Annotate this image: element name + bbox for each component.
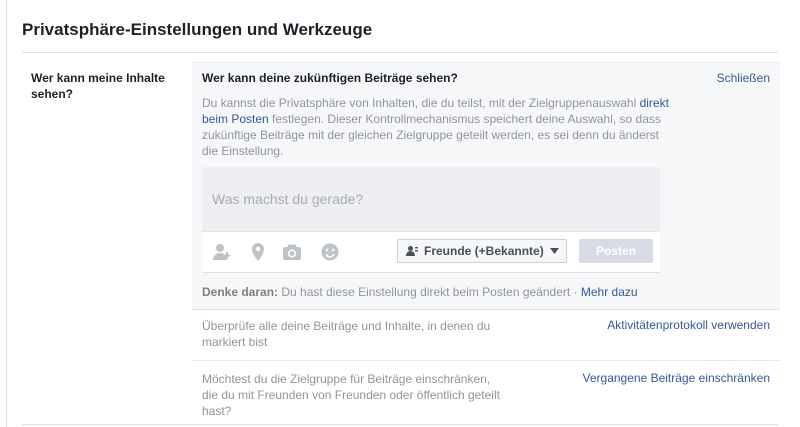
use-activity-log-link[interactable]: Aktivitätenprotokoll verwenden bbox=[607, 318, 770, 332]
reminder-text: Du hast diese Einstellung direkt beim Po… bbox=[278, 285, 581, 299]
future-posts-panel: Wer kann deine zukünftigen Beiträge sehe… bbox=[192, 62, 780, 310]
panel-heading: Wer kann deine zukünftigen Beiträge sehe… bbox=[202, 71, 458, 85]
friends-icon bbox=[406, 246, 418, 256]
status-composer: Freunde (+Bekannte) Posten bbox=[202, 167, 660, 273]
composer-toolbar: Freunde (+Bekannte) Posten bbox=[202, 231, 660, 273]
title-divider bbox=[22, 52, 778, 53]
activity-log-row: Überprüfe alle deine Beiträge und Inhalt… bbox=[192, 308, 780, 361]
limit-past-posts-link[interactable]: Vergangene Beiträge einschränken bbox=[583, 371, 770, 385]
description-text-2: festlegen. Dieser Kontrollmechanismus sp… bbox=[202, 112, 661, 158]
learn-more-link[interactable]: Mehr dazu bbox=[581, 285, 638, 299]
close-link[interactable]: Schließen bbox=[717, 71, 770, 85]
camera-icon[interactable] bbox=[282, 242, 302, 262]
location-icon[interactable] bbox=[248, 242, 268, 262]
setting-row-label: Wer kann meine Inhalte sehen? bbox=[31, 71, 165, 101]
chevron-down-icon bbox=[549, 248, 559, 254]
composer-input[interactable] bbox=[202, 167, 660, 231]
audience-selector-button[interactable]: Freunde (+Bekannte) bbox=[397, 239, 567, 263]
reminder-note: Denke daran: Du hast diese Einstellung d… bbox=[202, 285, 638, 299]
bottom-divider bbox=[22, 424, 778, 425]
post-button[interactable]: Posten bbox=[579, 239, 653, 263]
feeling-icon[interactable] bbox=[320, 242, 340, 262]
page-title: Privatsphäre-Einstellungen und Werkzeuge bbox=[22, 20, 373, 39]
limit-past-posts-description: Möchtest du die Zielgruppe für Beiträge … bbox=[202, 372, 500, 418]
left-border bbox=[6, 0, 7, 427]
panel-description: Du kannst die Privatsphäre von Inhalten,… bbox=[202, 95, 670, 159]
limit-past-posts-row: Möchtest du die Zielgruppe für Beiträge … bbox=[192, 361, 780, 423]
description-text-1: Du kannst die Privatsphäre von Inhalten,… bbox=[202, 96, 640, 110]
tag-friends-icon[interactable] bbox=[212, 242, 232, 262]
reminder-prefix: Denke daran: bbox=[202, 285, 279, 299]
activity-log-description: Überprüfe alle deine Beiträge und Inhalt… bbox=[202, 319, 491, 349]
audience-label: Freunde (+Bekannte) bbox=[424, 244, 544, 258]
